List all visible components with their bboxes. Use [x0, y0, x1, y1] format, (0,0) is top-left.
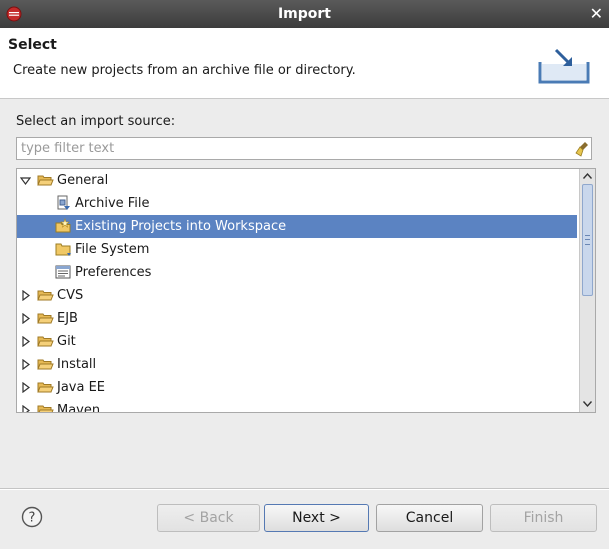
tree-item-label: Git — [57, 334, 76, 349]
preferences-icon — [55, 265, 71, 279]
folder-icon — [37, 382, 54, 393]
collapsed-arrow-icon[interactable] — [20, 313, 31, 324]
tree-item-label: General — [57, 173, 109, 188]
next-button[interactable]: Next > — [264, 504, 369, 532]
folder-icon — [37, 405, 54, 412]
folder-icon — [37, 359, 54, 370]
tree-vertical-scrollbar[interactable] — [579, 169, 595, 412]
tree-item-general[interactable]: General — [17, 169, 577, 192]
tree-item-label: Maven — [57, 403, 101, 413]
filter-box — [16, 137, 592, 160]
tree-item-archive-file[interactable]: Archive File — [17, 192, 577, 215]
folder-icon — [37, 336, 54, 347]
wizard-header: Select Create new projects from an archi… — [0, 28, 609, 99]
scroll-up-arrow-icon[interactable] — [582, 171, 593, 182]
window-title: Import — [277, 6, 332, 22]
tree-item-label: CVS — [57, 288, 84, 303]
expanded-arrow-icon[interactable] — [20, 175, 31, 186]
tree-item-preferences[interactable]: Preferences — [17, 261, 577, 284]
tree-item-git[interactable]: Git — [17, 330, 577, 353]
tree-item-label: Install — [57, 357, 97, 372]
back-button[interactable]: < Back — [157, 504, 260, 532]
open-folder-icon — [37, 175, 54, 186]
import-source-tree[interactable]: General Archive File Existing Projects i… — [16, 168, 596, 413]
help-icon[interactable]: ? — [21, 506, 43, 528]
tree-item-label: Archive File — [75, 196, 150, 211]
collapsed-arrow-icon[interactable] — [20, 336, 31, 347]
tree-item-label: Existing Projects into Workspace — [75, 219, 287, 234]
page-description: Create new projects from an archive file… — [13, 63, 356, 78]
collapsed-arrow-icon[interactable] — [20, 405, 31, 413]
scroll-down-arrow-icon[interactable] — [582, 398, 593, 409]
existing-projects-icon — [55, 218, 71, 233]
tree-item-existing-projects[interactable]: Existing Projects into Workspace — [17, 215, 577, 238]
tree-item-file-system[interactable]: File System — [17, 238, 577, 261]
archive-file-icon — [57, 195, 70, 210]
tree-item-label: EJB — [57, 311, 78, 326]
collapsed-arrow-icon[interactable] — [20, 290, 31, 301]
page-title: Select — [8, 37, 57, 53]
folder-icon — [37, 290, 54, 301]
filter-input[interactable] — [21, 140, 561, 157]
cancel-button[interactable]: Cancel — [376, 504, 483, 532]
tree-item-java-ee[interactable]: Java EE — [17, 376, 577, 399]
tree-item-install[interactable]: Install — [17, 353, 577, 376]
folder-icon — [55, 243, 71, 256]
import-wizard-icon — [538, 48, 590, 84]
svg-text:?: ? — [29, 511, 36, 526]
scrollbar-thumb[interactable] — [582, 184, 593, 296]
import-source-label: Select an import source: — [16, 114, 176, 129]
folder-icon — [37, 313, 54, 324]
tree-item-label: File System — [75, 242, 150, 257]
scrollbar-grip-icon — [585, 235, 590, 245]
tree-item-maven[interactable]: Maven — [17, 399, 577, 413]
window-titlebar: Import ✕ — [0, 0, 609, 28]
button-bar-separator — [0, 488, 609, 490]
tree-item-ejb[interactable]: EJB — [17, 307, 577, 330]
close-icon[interactable]: ✕ — [590, 4, 603, 23]
collapsed-arrow-icon[interactable] — [20, 359, 31, 370]
tree-item-label: Preferences — [75, 265, 152, 280]
tree-item-cvs[interactable]: CVS — [17, 284, 577, 307]
tree-item-label: Java EE — [57, 380, 106, 395]
clear-filter-icon[interactable] — [574, 140, 592, 158]
finish-button[interactable]: Finish — [490, 504, 597, 532]
collapsed-arrow-icon[interactable] — [20, 382, 31, 393]
